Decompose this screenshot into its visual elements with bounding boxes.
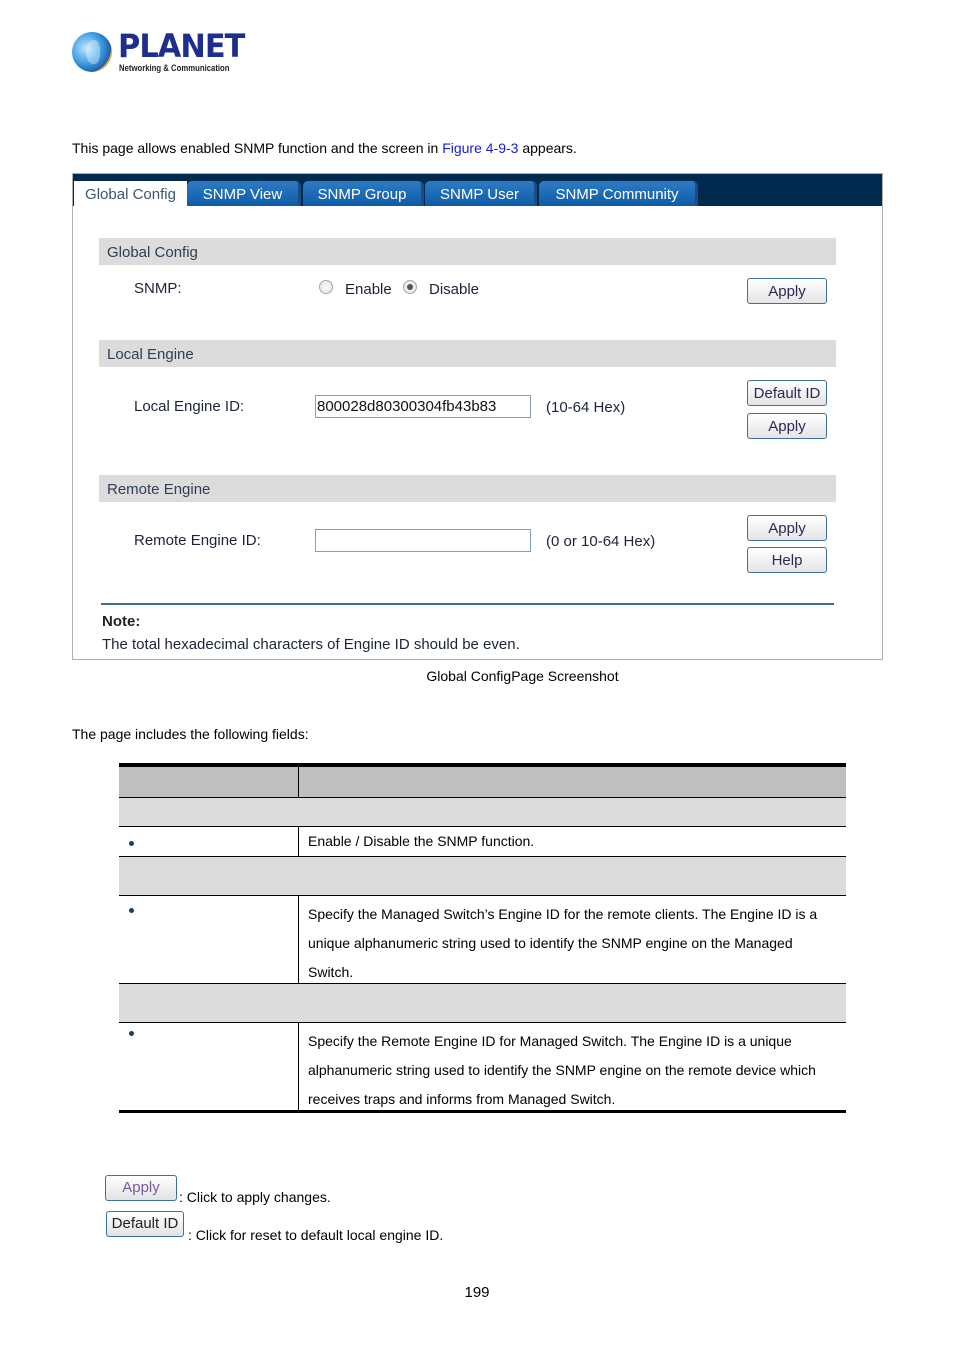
global-config-panel: Global Config SNMP View SNMP Group SNMP … xyxy=(72,173,883,660)
local-engine-id-label: Local Engine ID: xyxy=(134,398,245,415)
legend-apply-button: Apply xyxy=(105,1175,177,1201)
globe-logo-icon xyxy=(72,32,112,72)
page-number: 199 xyxy=(464,1284,490,1301)
section-header-remote-engine: Remote Engine xyxy=(99,475,836,502)
tab-snmp-group[interactable]: SNMP Group xyxy=(303,181,424,206)
row-description: Enable / Disable the SNMP function. xyxy=(308,833,535,849)
bullet-icon xyxy=(129,841,134,846)
legend-default-id-button: Default ID xyxy=(106,1211,184,1237)
figure-link[interactable]: Figure 4-9-3 xyxy=(442,140,518,156)
planet-logo: PLANET Networking & Communication xyxy=(72,27,245,75)
intro-text-end: appears. xyxy=(518,140,577,156)
section-header-local-engine: Local Engine xyxy=(99,340,836,367)
table-header-row xyxy=(119,766,846,798)
local-engine-id-input[interactable]: 800028d80300304fb43b83 xyxy=(315,395,531,418)
figure-caption: Global ConfigPage Screenshot xyxy=(426,668,619,684)
logo-brand: PLANET xyxy=(118,27,245,65)
logo-tagline: Networking & Communication xyxy=(119,63,230,73)
remote-engine-id-input[interactable] xyxy=(315,529,531,552)
table-row: Specify the Managed Switch’s Engine ID f… xyxy=(119,896,846,984)
local-apply-button[interactable]: Apply xyxy=(747,413,827,439)
local-engine-id-hint: (10-64 Hex) xyxy=(546,399,626,416)
remote-engine-id-label: Remote Engine ID: xyxy=(134,532,261,549)
note-text: The total hexadecimal characters of Engi… xyxy=(102,636,520,653)
table-row: Specify the Remote Engine ID for Managed… xyxy=(119,1023,846,1110)
note-divider xyxy=(101,603,834,605)
remote-engine-id-hint: (0 or 10-64 Hex) xyxy=(546,533,656,550)
intro-text: This page allows enabled SNMP function a… xyxy=(72,140,443,156)
bullet-icon xyxy=(129,1031,134,1036)
snmp-disable-label[interactable]: Disable xyxy=(429,281,479,298)
snmp-enable-radio[interactable] xyxy=(319,280,333,294)
row-description: Specify the Managed Switch’s Engine ID f… xyxy=(308,906,818,980)
legend-apply-text: : Click to apply changes. xyxy=(179,1189,331,1205)
section-header-global-config: Global Config xyxy=(99,238,836,265)
table-group-row xyxy=(119,857,846,896)
table-group-row xyxy=(119,984,846,1023)
bullet-icon xyxy=(129,908,134,913)
table-group-row xyxy=(119,798,846,827)
header-cell-object xyxy=(119,767,299,797)
tab-snmp-community[interactable]: SNMP Community xyxy=(539,181,698,206)
global-apply-button[interactable]: Apply xyxy=(747,278,827,304)
tab-bar: Global Config SNMP View SNMP Group SNMP … xyxy=(73,174,882,206)
tab-snmp-user[interactable]: SNMP User xyxy=(425,181,537,206)
fields-intro: The page includes the following fields: xyxy=(72,726,309,742)
snmp-enable-label[interactable]: Enable xyxy=(345,281,392,298)
tab-global-config[interactable]: Global Config xyxy=(74,181,187,206)
help-button[interactable]: Help xyxy=(747,547,827,573)
tab-snmp-view[interactable]: SNMP View xyxy=(187,181,301,206)
snmp-disable-radio[interactable] xyxy=(403,280,417,294)
default-id-button[interactable]: Default ID xyxy=(747,380,827,406)
legend-default-id-text: : Click for reset to default local engin… xyxy=(188,1227,444,1243)
remote-apply-button[interactable]: Apply xyxy=(747,515,827,541)
intro-paragraph: This page allows enabled SNMP function a… xyxy=(72,140,577,156)
fields-table: Enable / Disable the SNMP function. Spec… xyxy=(119,763,846,1113)
note-title: Note: xyxy=(102,613,141,630)
row-description: Specify the Remote Engine ID for Managed… xyxy=(308,1033,816,1107)
table-row: Enable / Disable the SNMP function. xyxy=(119,827,846,857)
snmp-label: SNMP: xyxy=(134,280,182,297)
